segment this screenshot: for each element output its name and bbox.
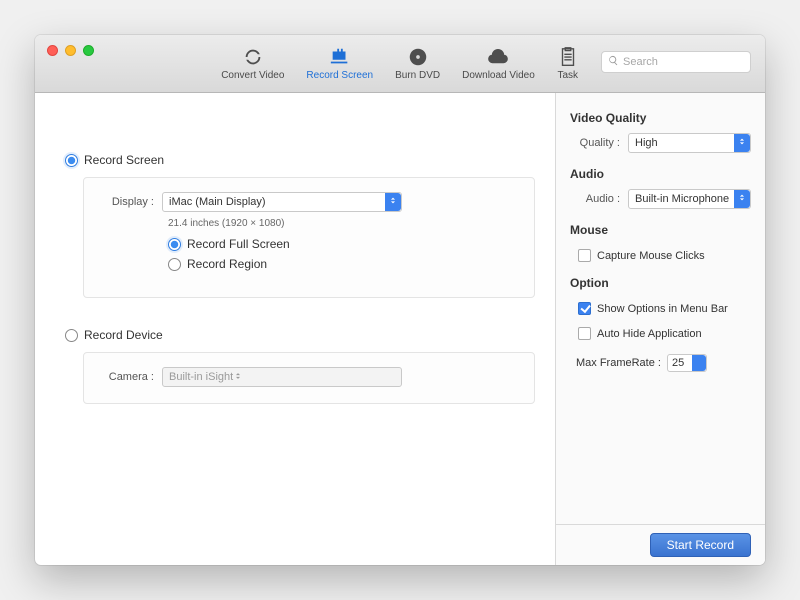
side-panel: Video Quality Quality : High Audio Audio… bbox=[555, 93, 765, 565]
search-icon bbox=[608, 55, 619, 69]
start-record-label: Start Record bbox=[667, 538, 734, 552]
toolbar-record-screen[interactable]: Record Screen bbox=[306, 46, 373, 81]
titlebar: Convert Video Record Screen Burn DVD Dow… bbox=[35, 35, 765, 93]
mode-full-label: Record Full Screen bbox=[187, 237, 290, 251]
checkbox-icon bbox=[578, 249, 591, 262]
download-icon bbox=[487, 46, 509, 68]
radio-icon bbox=[65, 329, 78, 342]
record-screen-group: Display : iMac (Main Display) 21.4 inche… bbox=[83, 177, 535, 298]
auto-hide-label: Auto Hide Application bbox=[597, 328, 702, 340]
auto-hide-checkbox[interactable]: Auto Hide Application bbox=[578, 327, 751, 340]
capture-mouse-label: Capture Mouse Clicks bbox=[597, 250, 705, 262]
mode-full-radio[interactable]: Record Full Screen bbox=[168, 237, 520, 251]
chevron-updown-icon bbox=[694, 357, 704, 370]
zoom-button[interactable] bbox=[83, 45, 94, 56]
toolbar-burn-dvd[interactable]: Burn DVD bbox=[395, 46, 440, 81]
toolbar-label: Convert Video bbox=[221, 70, 284, 81]
radio-icon bbox=[168, 238, 181, 251]
checkbox-icon bbox=[578, 302, 591, 315]
camera-select[interactable]: Built-in iSight bbox=[162, 367, 402, 387]
mouse-heading: Mouse bbox=[570, 223, 751, 237]
start-record-button[interactable]: Start Record bbox=[650, 533, 751, 557]
camera-value: Built-in iSight bbox=[169, 371, 233, 383]
app-window: Convert Video Record Screen Burn DVD Dow… bbox=[35, 35, 765, 565]
main-panel: Record Screen Display : iMac (Main Displ… bbox=[35, 93, 555, 565]
audio-label: Audio : bbox=[570, 193, 620, 205]
option-heading: Option bbox=[570, 276, 751, 290]
toolbar-download-video[interactable]: Download Video bbox=[462, 46, 535, 81]
record-device-radio[interactable]: Record Device bbox=[65, 328, 535, 342]
mode-region-label: Record Region bbox=[187, 257, 267, 271]
record-device-group: Camera : Built-in iSight bbox=[83, 352, 535, 404]
convert-icon bbox=[242, 46, 264, 68]
toolbar-label: Burn DVD bbox=[395, 70, 440, 81]
checkbox-icon bbox=[578, 327, 591, 340]
toolbar-convert-video[interactable]: Convert Video bbox=[221, 46, 284, 81]
record-screen-radio[interactable]: Record Screen bbox=[65, 153, 535, 167]
framerate-stepper[interactable]: 25 bbox=[667, 354, 707, 372]
record-device-label: Record Device bbox=[84, 328, 163, 342]
framerate-label: Max FrameRate : bbox=[576, 357, 661, 369]
toolbar: Convert Video Record Screen Burn DVD Dow… bbox=[221, 46, 579, 81]
chevron-updown-icon bbox=[233, 371, 243, 384]
chevron-updown-icon bbox=[737, 137, 747, 150]
chevron-updown-icon bbox=[737, 193, 747, 206]
search-input[interactable]: Search bbox=[601, 51, 751, 73]
audio-heading: Audio bbox=[570, 167, 751, 181]
chevron-updown-icon bbox=[388, 196, 398, 209]
video-quality-heading: Video Quality bbox=[570, 111, 751, 125]
quality-label: Quality : bbox=[570, 137, 620, 149]
quality-value: High bbox=[635, 137, 658, 149]
framerate-value: 25 bbox=[672, 357, 684, 369]
display-label: Display : bbox=[98, 196, 154, 208]
search-placeholder: Search bbox=[623, 56, 658, 68]
mode-region-radio[interactable]: Record Region bbox=[168, 257, 520, 271]
display-select[interactable]: iMac (Main Display) bbox=[162, 192, 402, 212]
disc-icon bbox=[407, 46, 429, 68]
capture-mouse-checkbox[interactable]: Capture Mouse Clicks bbox=[578, 249, 751, 262]
radio-icon bbox=[65, 154, 78, 167]
audio-select[interactable]: Built-in Microphone bbox=[628, 189, 751, 209]
radio-icon bbox=[168, 258, 181, 271]
minimize-button[interactable] bbox=[65, 45, 76, 56]
record-icon bbox=[329, 46, 351, 68]
body: Record Screen Display : iMac (Main Displ… bbox=[35, 93, 765, 565]
show-menu-checkbox[interactable]: Show Options in Menu Bar bbox=[578, 302, 751, 315]
toolbar-label: Task bbox=[558, 70, 579, 81]
camera-label: Camera : bbox=[98, 371, 154, 383]
show-menu-label: Show Options in Menu Bar bbox=[597, 303, 728, 315]
close-button[interactable] bbox=[47, 45, 58, 56]
record-screen-label: Record Screen bbox=[84, 153, 164, 167]
display-value: iMac (Main Display) bbox=[169, 196, 266, 208]
toolbar-task[interactable]: Task bbox=[557, 46, 579, 81]
display-info: 21.4 inches (1920 × 1080) bbox=[168, 218, 520, 229]
toolbar-label: Record Screen bbox=[306, 70, 373, 81]
task-icon bbox=[557, 46, 579, 68]
window-controls bbox=[47, 45, 94, 56]
audio-value: Built-in Microphone bbox=[635, 193, 729, 205]
quality-select[interactable]: High bbox=[628, 133, 751, 153]
toolbar-label: Download Video bbox=[462, 70, 535, 81]
